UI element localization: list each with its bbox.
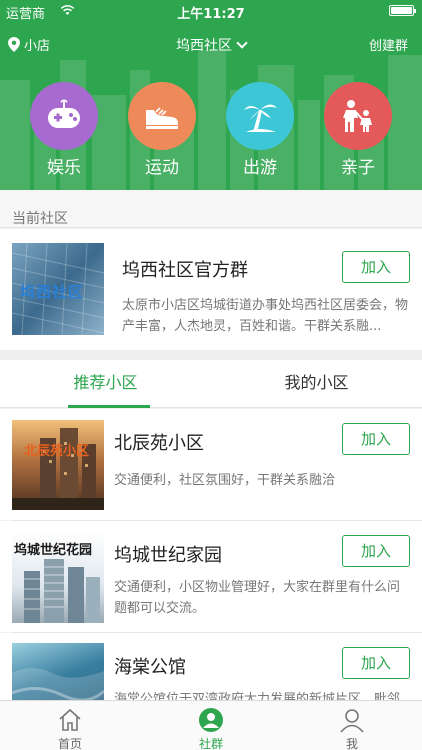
community-thumbnail: 坞西社区 (12, 243, 104, 335)
community-name: 坞城世纪家园 (114, 545, 222, 566)
tab-label: 推荐小区 (73, 373, 138, 392)
water-image (12, 668, 104, 700)
status-bar: 运营商 上午11:27 (0, 0, 422, 22)
tabbar-home[interactable]: 首页 (0, 701, 140, 750)
category-label: 亲子 (341, 158, 375, 178)
community-description: 太原市小店区坞城街道办事处坞西社区居委会，物产丰富，人杰地灵，百姓和谐。干群关系… (122, 298, 409, 334)
community-title: 坞西社区 (176, 38, 232, 54)
tabbar-label: 我 (345, 737, 358, 750)
chevron-down-icon (236, 37, 248, 49)
clock: 上午11:27 (177, 7, 245, 22)
parent-child-icon (324, 82, 392, 150)
list-item[interactable]: 坞城世纪花园 坞城世纪家园 加入 交通便利，小区物业管理好，大家在群里有什么问题… (0, 521, 422, 632)
section-title-current: 当前社区 (0, 190, 422, 228)
gamepad-icon (30, 82, 98, 150)
section-divider (0, 350, 422, 360)
join-button[interactable]: 加入 (342, 535, 410, 567)
create-group-button[interactable]: 创建群 (369, 35, 408, 54)
community-name: 海棠公馆 (114, 657, 186, 678)
category-row: 娱乐 运动 出游 亲子 (0, 82, 422, 178)
bottom-tab-bar: 首页 社群 我 (0, 700, 422, 750)
nav-bar: 小店 坞西社区 创建群 (0, 30, 422, 58)
home-icon (59, 708, 81, 731)
community-name: 坞西社区官方群 (122, 260, 248, 281)
category-parent-child[interactable]: 亲子 (318, 82, 398, 178)
community-description: 交通便利，小区物业管理好，大家在群里有什么问题都可以交流。 (114, 580, 401, 616)
current-community-card[interactable]: 坞西社区 坞西社区官方群 加入 太原市小店区坞城街道办事处坞西社区居委会，物产丰… (0, 229, 422, 350)
category-label: 运动 (145, 158, 179, 178)
tabbar-label: 社群 (198, 737, 223, 750)
tabbar-me[interactable]: 我 (282, 701, 422, 750)
building-image (12, 428, 104, 510)
thumbnail-caption: 坞西社区 (20, 283, 85, 301)
category-sports[interactable]: 运动 (122, 82, 202, 178)
tab-active-indicator (68, 405, 150, 408)
thumbnail-caption: 北辰苑小区 (24, 444, 90, 459)
join-button[interactable]: 加入 (342, 423, 410, 455)
list-item[interactable]: 海棠公馆 加入 海棠公馆位于双湾政府大力发展的新城片区，毗邻 (0, 633, 422, 700)
category-entertainment[interactable]: 娱乐 (24, 82, 104, 178)
sneaker-icon (128, 82, 196, 150)
community-icon (199, 708, 223, 732)
community-thumbnail: 坞城世纪花园 (12, 531, 104, 623)
join-button[interactable]: 加入 (342, 647, 410, 679)
user-icon (340, 709, 364, 733)
community-description: 海棠公馆位于双湾政府大力发展的新城片区，毗邻 (114, 692, 401, 700)
tab-my-communities[interactable]: 我的小区 (211, 360, 422, 408)
category-travel[interactable]: 出游 (220, 82, 300, 178)
battery-icon (389, 5, 416, 16)
tab-recommended[interactable]: 推荐小区 (0, 360, 211, 408)
tab-label: 我的小区 (284, 373, 349, 392)
community-name: 北辰苑小区 (114, 433, 204, 454)
community-description: 交通便利，社区氛围好，干群关系融洽 (114, 473, 336, 488)
category-label: 出游 (243, 158, 277, 178)
header: 运营商 上午11:27 小店 坞西社区 创建群 娱乐 运动 出游 亲子 (0, 0, 422, 190)
tabbar-community[interactable]: 社群 (141, 701, 281, 750)
community-thumbnail (12, 643, 104, 700)
tabbar-label: 首页 (57, 737, 82, 750)
category-label: 娱乐 (47, 158, 81, 178)
thumbnail-caption: 坞城世纪花园 (14, 543, 93, 558)
community-tabs: 推荐小区 我的小区 (0, 360, 422, 408)
join-button[interactable]: 加入 (342, 251, 410, 283)
palm-tree-icon (226, 82, 294, 150)
community-switcher[interactable]: 坞西社区 (0, 35, 422, 55)
community-thumbnail: 北辰苑小区 (12, 420, 104, 510)
list-item[interactable]: 北辰苑小区 北辰苑小区 加入 交通便利，社区氛围好，干群关系融洽 (0, 409, 422, 520)
